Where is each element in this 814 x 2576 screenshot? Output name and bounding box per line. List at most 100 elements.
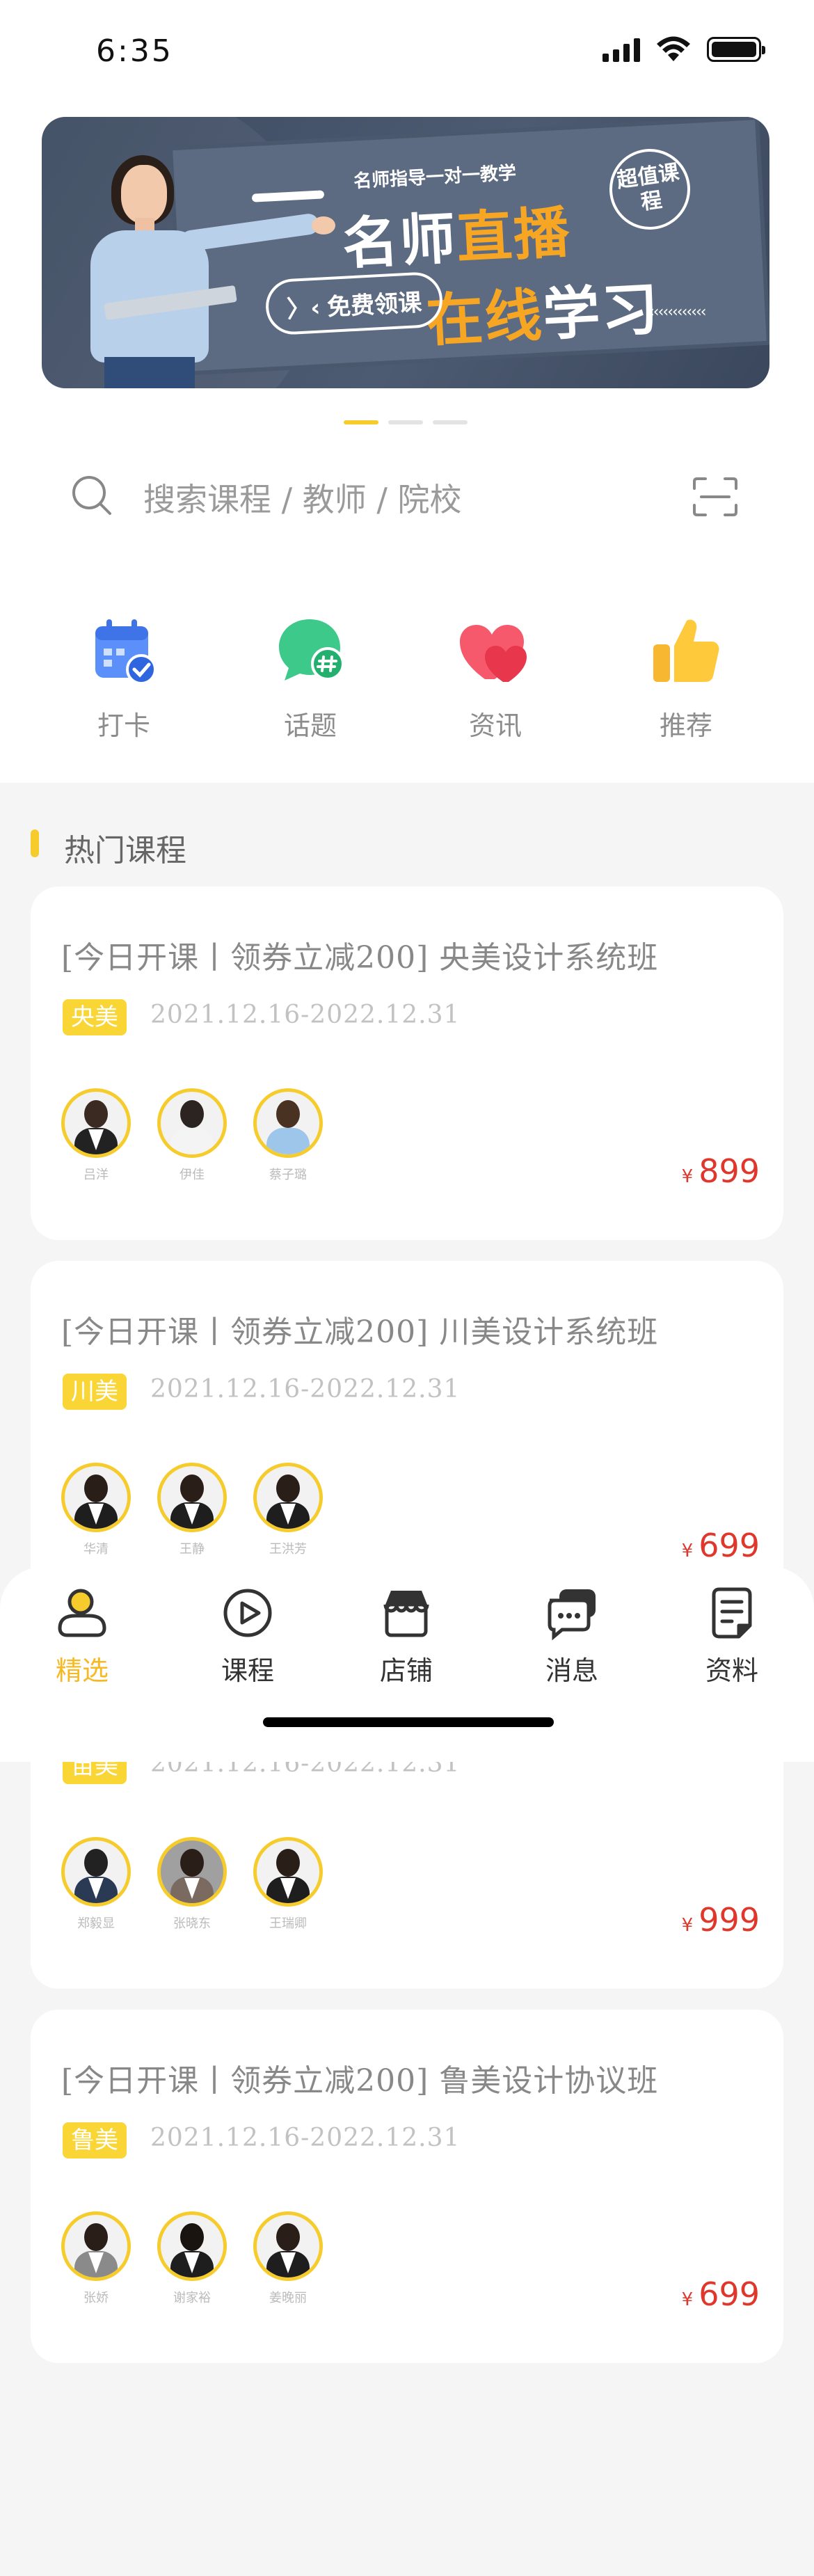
promo-banner[interactable]: 名师指导一对一教学 名师直播 在线学习 〉‹ 免费领课 超值课程 ‹‹‹‹‹‹‹‹… [42, 117, 769, 388]
nav-tab-messages[interactable]: 消息 [516, 1585, 628, 1687]
free-course-button[interactable]: 〉‹ 免费领课 [264, 271, 444, 336]
teacher-item[interactable]: 谢家裕 [157, 2211, 227, 2306]
teacher-item[interactable]: 王洪芳 [253, 1463, 323, 1557]
teacher-item[interactable]: 张娇 [61, 2211, 131, 2306]
nav-tab-label: 精选 [55, 1655, 109, 1686]
carousel-dot-2[interactable] [388, 420, 423, 424]
quick-action-checkin[interactable]: 打卡 [54, 612, 193, 742]
avatar [253, 1837, 323, 1907]
course-date: 2021.12.16-2022.12.31 [150, 2124, 461, 2152]
quick-action-label: 话题 [283, 710, 337, 741]
course-card[interactable]: [今日开课丨领券立减200] 央美设计系统班 央美 2021.12.16-202… [31, 887, 783, 1240]
teacher-list: 郑毅显 张晓东 王瑞卿 [61, 1837, 323, 1932]
avatar [253, 1463, 323, 1532]
person-icon [54, 1585, 110, 1641]
teacher-name: 王静 [179, 1542, 205, 1557]
avatar [61, 2211, 131, 2281]
teacher-name: 蔡子璐 [269, 1168, 307, 1182]
avatar [157, 1837, 227, 1907]
teacher-item[interactable]: 华清 [61, 1463, 131, 1557]
nav-tab-label: 店铺 [379, 1655, 433, 1686]
quick-action-label: 资讯 [468, 710, 522, 741]
avatar [157, 1463, 227, 1532]
teacher-item[interactable]: 蔡子璐 [253, 1088, 323, 1183]
teacher-name: 姜晚丽 [269, 2291, 307, 2305]
teacher-list: 张娇 谢家裕 姜晚丽 [61, 2211, 323, 2306]
school-tag: 央美 [63, 999, 127, 1035]
nav-tab-materials[interactable]: 资料 [676, 1585, 788, 1687]
section-title: 热门课程 [64, 833, 186, 868]
teacher-item[interactable]: 伊佳 [157, 1088, 227, 1183]
teacher-name: 王洪芳 [269, 1542, 307, 1557]
banner-title-line2: 在线学习 [424, 276, 662, 355]
teacher-item[interactable]: 张晓东 [157, 1837, 227, 1932]
carousel-dot-3[interactable] [433, 420, 468, 424]
course-price: ¥699 [681, 1527, 760, 1564]
nav-tab-store[interactable]: 店铺 [351, 1585, 462, 1687]
calendar-check-icon [86, 612, 162, 689]
teacher-item[interactable]: 王瑞卿 [253, 1837, 323, 1932]
teacher-list: 华清 王静 王洪芳 [61, 1463, 323, 1557]
quick-action-label: 打卡 [97, 710, 150, 741]
nav-tab-label: 课程 [221, 1655, 274, 1686]
banner-title-line1: 名师直播 [341, 200, 573, 277]
quick-action-news[interactable]: 资讯 [426, 612, 565, 742]
teacher-item[interactable]: 姜晚丽 [253, 2211, 323, 2306]
banner-arrows: ‹‹‹‹‹‹‹‹‹‹‹‹ [648, 303, 707, 321]
course-price: ¥899 [681, 1152, 760, 1190]
chat-hash-icon [272, 612, 349, 689]
course-card[interactable]: [今日开课丨领券立减200] 川美设计系统班 川美 2021.12.16-202… [31, 1261, 783, 1614]
teacher-name: 谢家裕 [173, 2291, 211, 2305]
school-tag: 鲁美 [63, 2122, 127, 2158]
double-chevron-icon: 〉‹ [286, 294, 321, 324]
teacher-name: 张晓东 [173, 1916, 211, 1931]
teacher-item[interactable]: 郑毅显 [61, 1837, 131, 1932]
course-title: [今日开课丨领券立减200] 川美设计系统班 [61, 1314, 659, 1350]
course-price: ¥999 [681, 1901, 760, 1939]
document-icon [704, 1585, 760, 1641]
search-input[interactable]: 搜索课程 / 教师 / 院校 [143, 475, 461, 520]
nav-tab-courses[interactable]: 课程 [192, 1585, 303, 1687]
teacher-name: 伊佳 [179, 1168, 205, 1182]
teacher-name: 郑毅显 [77, 1916, 115, 1931]
store-icon [378, 1585, 434, 1641]
teacher-item[interactable]: 王静 [157, 1463, 227, 1557]
school-tag: 川美 [63, 1374, 127, 1410]
teacher-list: 吕洋 伊佳 蔡子璐 [61, 1088, 323, 1183]
status-icons [602, 36, 765, 63]
nav-tab-featured[interactable]: 精选 [26, 1585, 138, 1687]
battery-icon [707, 37, 765, 62]
teacher-name: 张娇 [83, 2291, 109, 2305]
search-icon [72, 476, 111, 515]
quick-action-label: 推荐 [659, 710, 712, 741]
cellular-signal-icon [602, 37, 640, 62]
teacher-name: 吕洋 [83, 1168, 109, 1182]
course-title: [今日开课丨领券立减200] 鲁美设计协议班 [61, 2063, 659, 2099]
status-time: 6:35 [96, 33, 173, 69]
carousel-dot-1[interactable] [344, 420, 378, 424]
course-price: ¥699 [681, 2275, 760, 2313]
teacher-name: 王瑞卿 [269, 1916, 307, 1931]
home-indicator[interactable] [263, 1717, 554, 1727]
quick-action-topics[interactable]: 话题 [241, 612, 380, 742]
teacher-item[interactable]: 吕洋 [61, 1088, 131, 1183]
message-icon [544, 1585, 600, 1641]
course-date: 2021.12.16-2022.12.31 [150, 1001, 461, 1029]
avatar [253, 2211, 323, 2281]
section-accent-bar [31, 829, 39, 857]
avatar [61, 1463, 131, 1532]
avatar [157, 1088, 227, 1158]
hearts-icon [457, 612, 534, 689]
teacher-name: 华清 [83, 1542, 109, 1557]
scan-icon[interactable] [692, 476, 739, 518]
nav-tab-label: 资料 [705, 1655, 758, 1686]
avatar [61, 1837, 131, 1907]
wifi-icon [657, 36, 690, 61]
nav-tab-label: 消息 [545, 1655, 598, 1686]
play-circle-icon [220, 1585, 276, 1641]
quick-action-recommend[interactable]: 推荐 [616, 612, 756, 742]
course-card[interactable]: [今日开课丨领券立减200] 鲁美设计协议班 鲁美 2021.12.16-202… [31, 2010, 783, 2363]
avatar [61, 1088, 131, 1158]
thumbs-up-icon [648, 612, 724, 689]
carousel-dots[interactable] [344, 420, 468, 424]
